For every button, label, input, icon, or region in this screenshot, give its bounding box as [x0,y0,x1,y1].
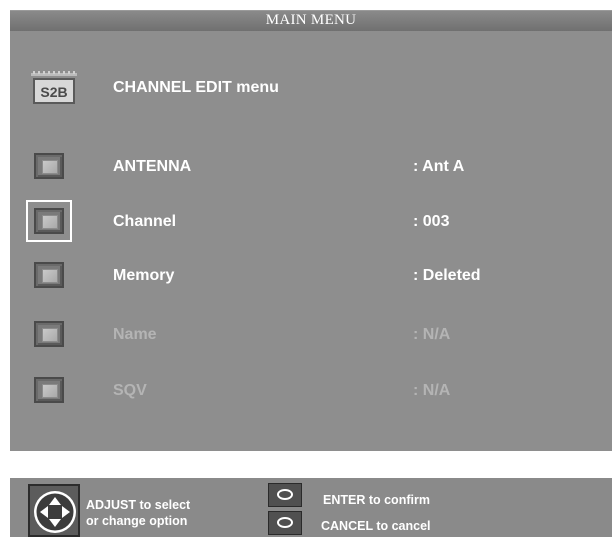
cancel-oval-icon [268,511,302,535]
row-value: : 003 [413,213,450,230]
row-button-icon [34,377,64,403]
directional-pad-icon [28,484,80,537]
enter-hint: ENTER to confirm [323,493,430,507]
row-button-icon [34,208,64,234]
row-label: Name [113,326,157,343]
s2b-edit-icon: S2B [30,69,78,107]
help-bar: ADJUST to select or change option ENTER … [10,478,612,537]
channel-edit-panel: S2B CHANNEL EDIT menu ANTENNA : Ant A Ch… [10,31,612,451]
menu-heading: CHANNEL EDIT menu [113,79,279,96]
row-button-icon [34,153,64,179]
row-channel[interactable]: Channel : 003 [10,200,612,242]
row-sqv: SQV : N/A [10,371,612,411]
row-button-icon [34,262,64,288]
row-label: ANTENNA [113,158,192,175]
s2b-icon-text: S2B [40,84,67,100]
enter-oval-icon [268,483,302,507]
row-value: : Deleted [413,267,481,284]
row-label: SQV [113,382,147,399]
row-button-icon [34,321,64,347]
adjust-hint-line1: ADJUST to select [86,498,191,512]
row-name: Name : N/A [10,315,612,355]
row-memory[interactable]: Memory : Deleted [10,256,612,296]
row-label: Memory [113,267,175,284]
row-value: : N/A [413,382,451,399]
adjust-hint-line2: or change option [86,514,188,528]
menu-title: MAIN MENU [265,12,357,28]
row-value: : N/A [413,326,451,343]
cancel-hint: CANCEL to cancel [321,519,431,533]
row-label: Channel [113,213,177,230]
row-antenna[interactable]: ANTENNA : Ant A [10,147,612,187]
title-bar: MAIN MENU [10,10,612,31]
row-value: : Ant A [413,158,465,175]
